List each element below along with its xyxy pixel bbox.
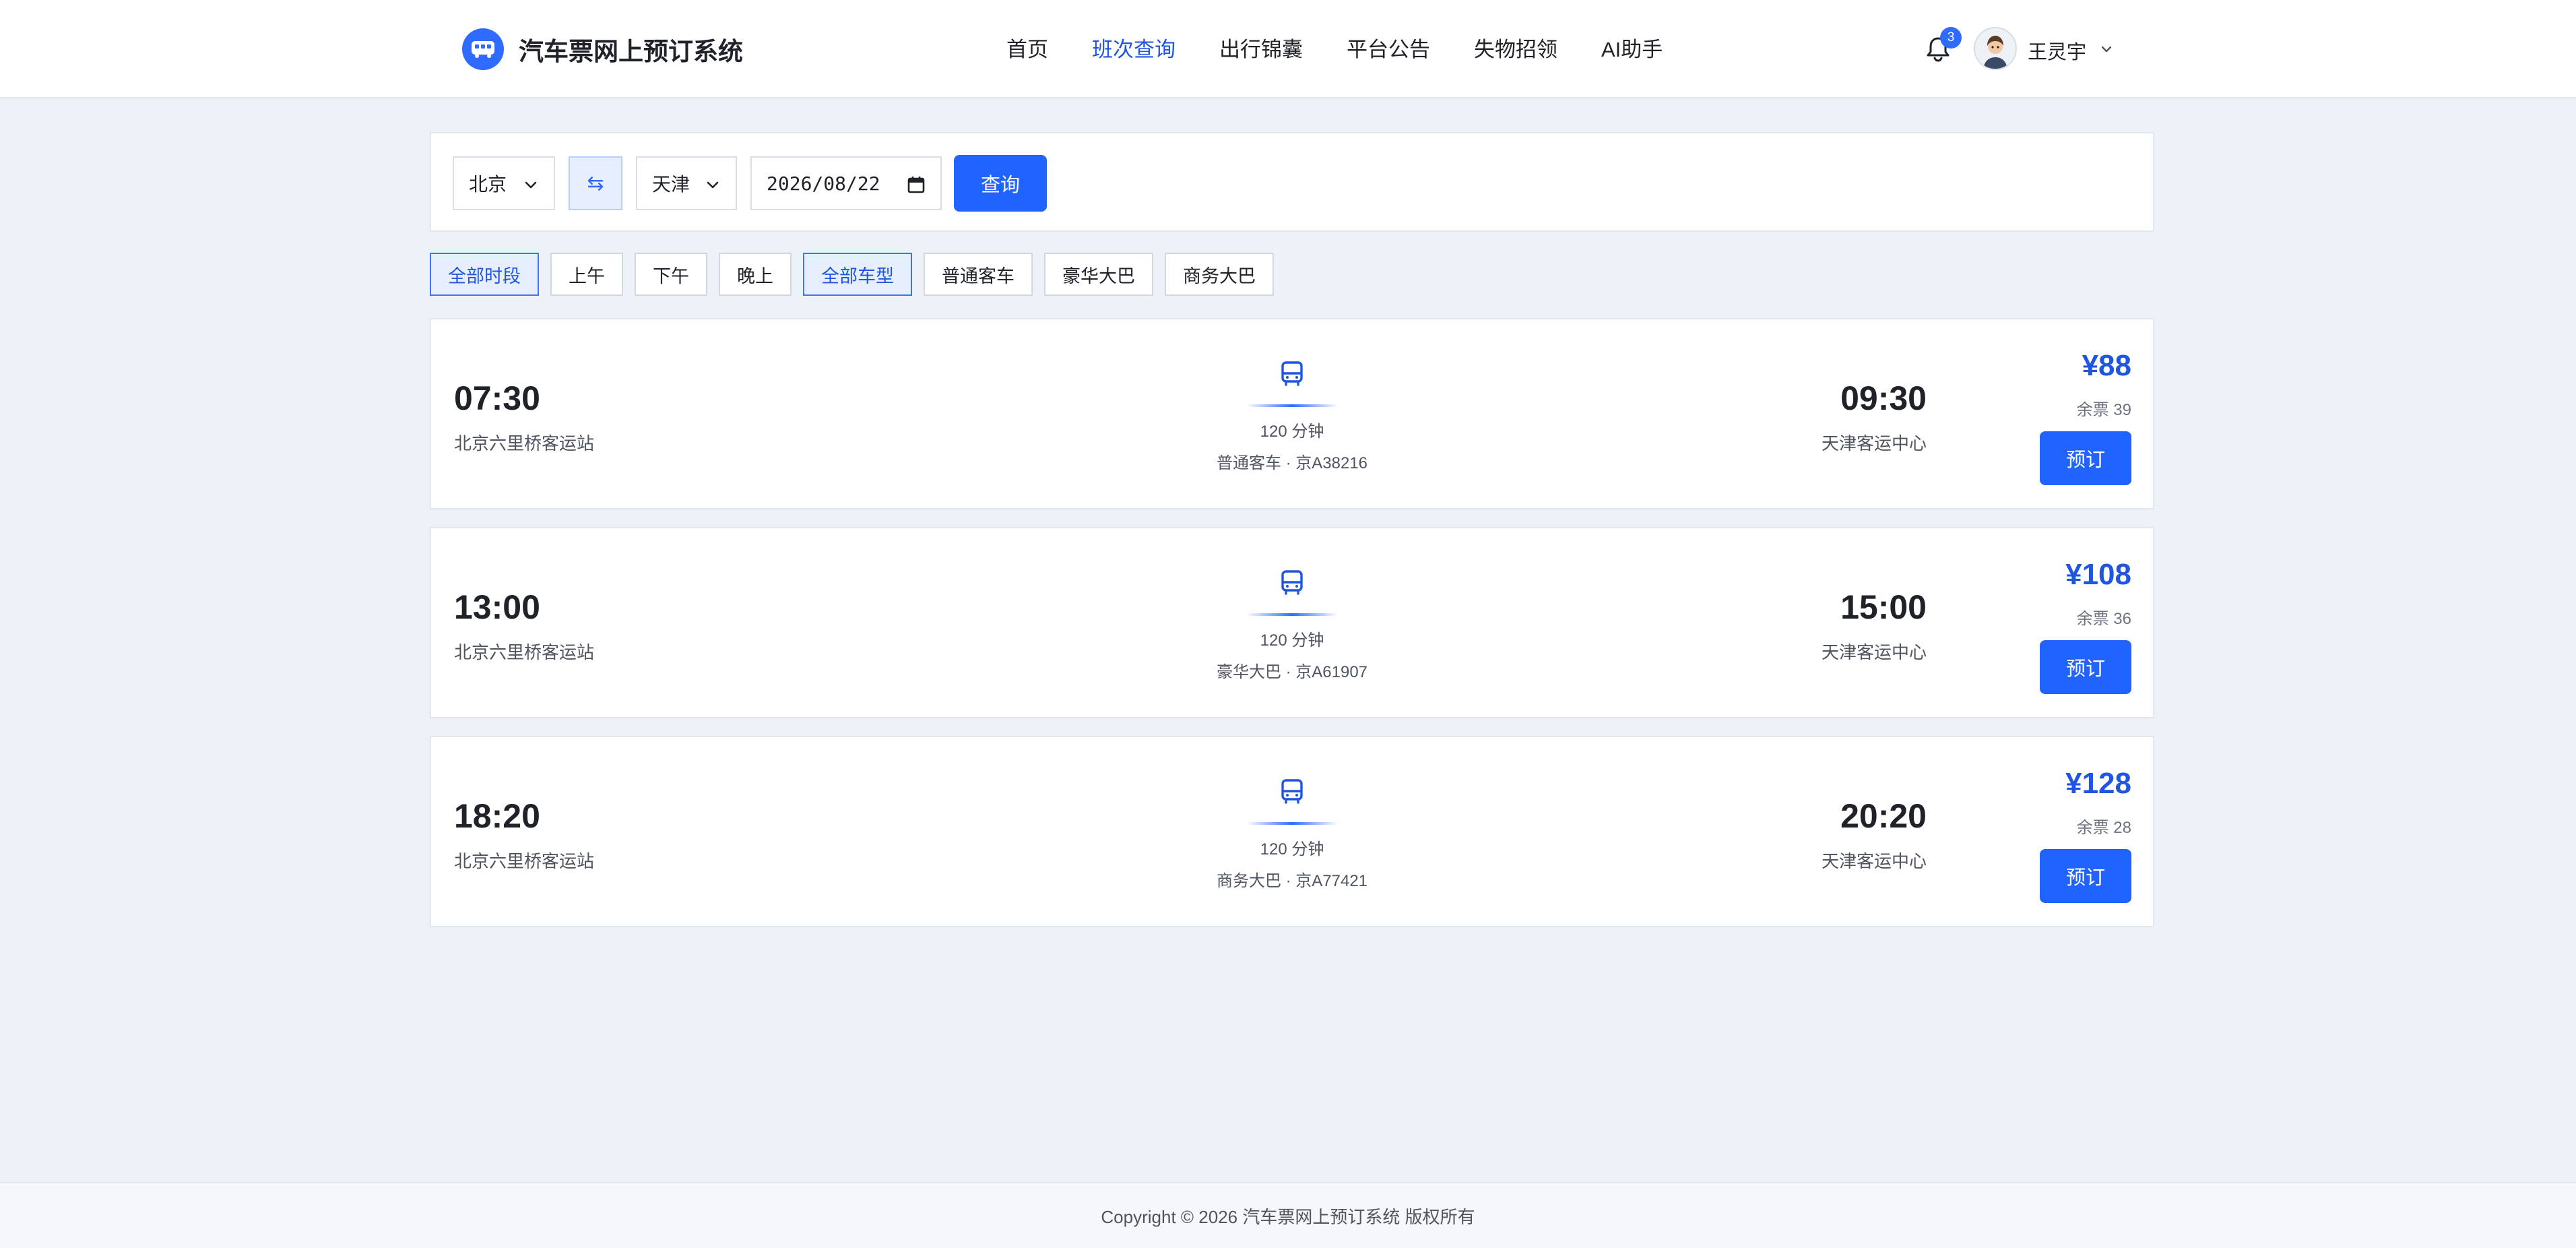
- swap-icon: ⇆: [587, 172, 604, 195]
- book-button[interactable]: 预订: [2040, 849, 2131, 903]
- filter-type-luxury[interactable]: 豪华大巴: [1044, 253, 1153, 296]
- arrival-time: 09:30: [1840, 379, 1927, 417]
- bus-logo-icon: [462, 28, 504, 70]
- top-header: 汽车票网上预订系统 首页 班次查询 出行锦囊 平台公告 失物招领 AI助手 3 …: [0, 0, 2576, 98]
- nav-lost-found[interactable]: 失物招领: [1474, 34, 1557, 66]
- trip-route-info: 120 分钟 商务大巴 · 京A77421: [1082, 775, 1502, 891]
- filter-type-all[interactable]: 全部车型: [803, 253, 912, 296]
- filter-time-morning[interactable]: 上午: [550, 253, 623, 296]
- page-footer: Copyright © 2026 汽车票网上预订系统 版权所有: [0, 1182, 2576, 1248]
- route-line: [1246, 613, 1338, 616]
- departure-station: 北京六里桥客运站: [454, 642, 595, 662]
- departure-time: 13:00: [454, 588, 540, 626]
- trip-card: 18:20 北京六里桥客运站 120 分钟 商务大巴 · 京A77421 20:…: [430, 736, 2154, 927]
- remaining-tickets: 余票 28: [2076, 819, 2131, 837]
- chevron-down-icon[interactable]: [2099, 42, 2114, 57]
- copyright-text: Copyright © 2026 汽车票网上预订系统 版权所有: [1101, 1206, 1475, 1227]
- trip-duration: 120 分钟: [1260, 840, 1324, 859]
- trip-route-info: 120 分钟 豪华大巴 · 京A61907: [1082, 566, 1502, 682]
- departure-time: 18:20: [454, 797, 540, 835]
- filter-type-business[interactable]: 商务大巴: [1165, 253, 1274, 296]
- calendar-icon[interactable]: [907, 175, 926, 194]
- trip-card: 13:00 北京六里桥客运站 120 分钟 豪华大巴 · 京A61907 15:…: [430, 527, 2154, 718]
- filter-bar: 全部时段 上午 下午 晚上 全部车型 普通客车 豪华大巴 商务大巴: [430, 253, 1285, 296]
- bus-info: 豪华大巴 · 京A61907: [1216, 663, 1368, 681]
- nav-travel-tips[interactable]: 出行锦囊: [1219, 34, 1303, 66]
- departure-station: 北京六里桥客运站: [454, 433, 595, 454]
- chevron-down-icon: [525, 181, 537, 189]
- departure-station: 北京六里桥客运站: [454, 851, 595, 871]
- date-value: 2026/08/22: [767, 172, 880, 195]
- from-city-value: 北京: [469, 174, 507, 195]
- from-city-select[interactable]: 北京: [453, 156, 555, 210]
- ticket-price: ¥108: [2065, 558, 2131, 591]
- route-line: [1246, 822, 1338, 825]
- bus-icon: [1281, 779, 1303, 804]
- chevron-down-icon: [707, 181, 719, 189]
- bus-icon: [1281, 570, 1303, 595]
- ticket-price: ¥128: [2065, 767, 2131, 800]
- bus-icon: [1281, 361, 1303, 386]
- arrival-time: 15:00: [1840, 588, 1927, 626]
- filter-type-standard[interactable]: 普通客车: [924, 253, 1033, 296]
- book-button[interactable]: 预订: [2040, 431, 2131, 485]
- arrival-station: 天津客运中心: [1821, 433, 1927, 454]
- date-input[interactable]: 2026/08/22: [750, 156, 942, 210]
- query-button[interactable]: 查询: [954, 155, 1047, 212]
- route-line: [1246, 404, 1338, 407]
- arrival-station: 天津客运中心: [1821, 851, 1927, 871]
- departure-time: 07:30: [454, 379, 540, 417]
- app-title: 汽车票网上预订系统: [519, 38, 743, 65]
- trip-duration: 120 分钟: [1260, 423, 1324, 441]
- main-nav: 首页 班次查询 出行锦囊 平台公告 失物招领 AI助手: [1006, 34, 1706, 66]
- remaining-tickets: 余票 36: [2076, 610, 2131, 628]
- arrival-station: 天津客运中心: [1821, 642, 1927, 662]
- user-name[interactable]: 王灵宇: [2028, 36, 2086, 65]
- filter-time-all[interactable]: 全部时段: [430, 253, 539, 296]
- to-city-value: 天津: [652, 174, 690, 195]
- trip-card: 07:30 北京六里桥客运站 120 分钟 普通客车 · 京A38216 09:…: [430, 318, 2154, 509]
- swap-cities-button[interactable]: ⇆: [569, 156, 622, 210]
- trip-duration: 120 分钟: [1260, 631, 1324, 650]
- search-panel: 北京 ⇆ 天津 2026/08/22 查询: [430, 132, 2154, 232]
- to-city-select[interactable]: 天津: [636, 156, 737, 210]
- book-button[interactable]: 预订: [2040, 640, 2131, 694]
- remaining-tickets: 余票 39: [2076, 401, 2131, 419]
- nav-announcements[interactable]: 平台公告: [1347, 34, 1430, 66]
- filter-time-afternoon[interactable]: 下午: [635, 253, 707, 296]
- arrival-time: 20:20: [1840, 797, 1927, 835]
- nav-home[interactable]: 首页: [1006, 34, 1048, 66]
- bus-info: 普通客车 · 京A38216: [1216, 454, 1368, 472]
- trip-route-info: 120 分钟 普通客车 · 京A38216: [1082, 357, 1502, 473]
- notification-badge: 3: [1940, 27, 1962, 49]
- ticket-price: ¥88: [2082, 349, 2131, 382]
- nav-trip-search[interactable]: 班次查询: [1092, 34, 1176, 66]
- app-logo[interactable]: 汽车票网上预订系统: [462, 28, 743, 70]
- bus-info: 商务大巴 · 京A77421: [1216, 872, 1368, 890]
- filter-time-evening[interactable]: 晚上: [719, 253, 792, 296]
- avatar[interactable]: [1974, 27, 2017, 70]
- nav-ai-assistant[interactable]: AI助手: [1601, 34, 1663, 66]
